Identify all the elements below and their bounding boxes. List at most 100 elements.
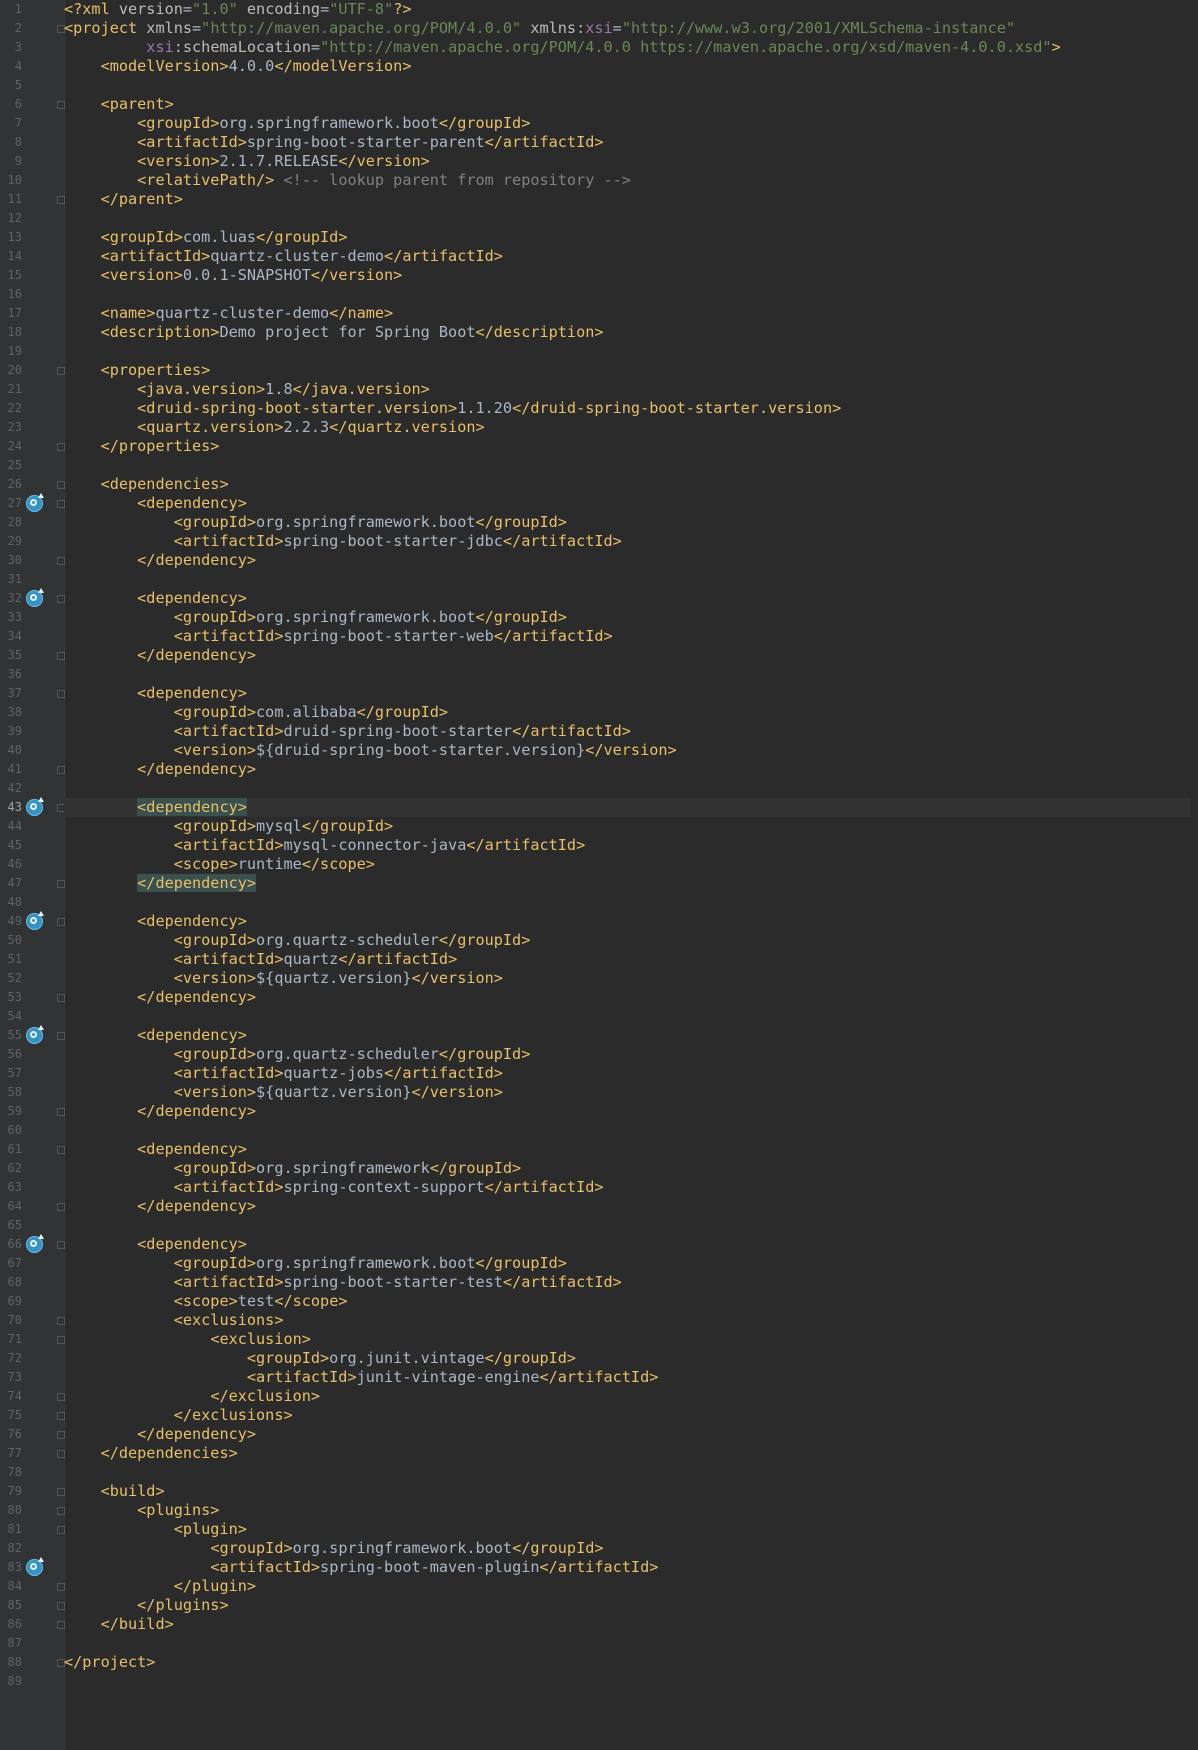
code-area[interactable]: <?xml version="1.0" encoding="UTF-8"?> <p…	[64, 0, 1198, 1750]
code-line[interactable]	[64, 1672, 1198, 1691]
code-line[interactable]: </dependency>	[64, 551, 1198, 570]
code-line[interactable]: </dependency>	[64, 1425, 1198, 1444]
code-line[interactable]	[64, 285, 1198, 304]
code-line[interactable]: <artifactId>spring-boot-maven-plugin</ar…	[64, 1558, 1198, 1577]
code-line[interactable]: <groupId>mysql</groupId>	[64, 817, 1198, 836]
code-line[interactable]	[64, 570, 1198, 589]
code-line[interactable]	[64, 1216, 1198, 1235]
code-line[interactable]: <groupId>com.alibaba</groupId>	[64, 703, 1198, 722]
code-line[interactable]	[64, 665, 1198, 684]
code-line[interactable]: <plugin>	[64, 1520, 1198, 1539]
code-line[interactable]: <version>0.0.1-SNAPSHOT</version>	[64, 266, 1198, 285]
code-line[interactable]: </dependencies>	[64, 1444, 1198, 1463]
code-line[interactable]: <groupId>org.springframework.boot</group…	[64, 513, 1198, 532]
code-line[interactable]	[64, 76, 1198, 95]
code-line[interactable]: </exclusions>	[64, 1406, 1198, 1425]
code-line[interactable]: </parent>	[64, 190, 1198, 209]
code-line[interactable]: <dependency>	[64, 912, 1198, 931]
code-line[interactable]: <properties>	[64, 361, 1198, 380]
code-line[interactable]: <dependency>	[64, 798, 1198, 817]
code-line[interactable]: <project xmlns="http://maven.apache.org/…	[64, 19, 1198, 38]
code-line[interactable]: <groupId>org.springframework.boot</group…	[64, 114, 1198, 133]
code-line[interactable]: <build>	[64, 1482, 1198, 1501]
code-line[interactable]: </build>	[64, 1615, 1198, 1634]
code-line[interactable]: <relativePath/> <!-- lookup parent from …	[64, 171, 1198, 190]
dependency-update-icon[interactable]	[26, 797, 44, 816]
code-line[interactable]	[64, 1121, 1198, 1140]
code-line[interactable]: <artifactId>spring-context-support</arti…	[64, 1178, 1198, 1197]
code-line[interactable]	[64, 1463, 1198, 1482]
dependency-update-icon[interactable]	[26, 1234, 44, 1253]
code-line[interactable]: <groupId>org.springframework.boot</group…	[64, 1539, 1198, 1558]
code-line[interactable]: <artifactId>spring-boot-starter-jdbc</ar…	[64, 532, 1198, 551]
code-line[interactable]: <plugins>	[64, 1501, 1198, 1520]
code-line[interactable]: <artifactId>quartz-cluster-demo</artifac…	[64, 247, 1198, 266]
code-line[interactable]	[64, 456, 1198, 475]
code-line[interactable]: <groupId>org.springframework.boot</group…	[64, 608, 1198, 627]
code-line[interactable]: </dependency>	[64, 1102, 1198, 1121]
code-line[interactable]: </dependency>	[64, 646, 1198, 665]
code-line[interactable]: </plugins>	[64, 1596, 1198, 1615]
code-line[interactable]	[64, 893, 1198, 912]
code-line[interactable]: <dependency>	[64, 1140, 1198, 1159]
code-line[interactable]: </properties>	[64, 437, 1198, 456]
code-line[interactable]: <dependency>	[64, 1235, 1198, 1254]
dependency-update-icon[interactable]	[26, 1557, 44, 1576]
code-line[interactable]: <groupId>org.quartz-scheduler</groupId>	[64, 1045, 1198, 1064]
code-line[interactable]: <dependencies>	[64, 475, 1198, 494]
code-line[interactable]: <dependency>	[64, 589, 1198, 608]
code-line[interactable]: <artifactId>spring-boot-starter-parent</…	[64, 133, 1198, 152]
code-line[interactable]: <groupId>org.quartz-scheduler</groupId>	[64, 931, 1198, 950]
code-line[interactable]: <artifactId>spring-boot-starter-test</ar…	[64, 1273, 1198, 1292]
code-line[interactable]: <description>Demo project for Spring Boo…	[64, 323, 1198, 342]
code-line[interactable]	[64, 209, 1198, 228]
code-line[interactable]: <groupId>com.luas</groupId>	[64, 228, 1198, 247]
code-line[interactable]: <dependency>	[64, 1026, 1198, 1045]
code-line[interactable]	[64, 342, 1198, 361]
dependency-update-icon[interactable]	[26, 1025, 44, 1044]
code-line[interactable]: <exclusion>	[64, 1330, 1198, 1349]
code-line[interactable]: <artifactId>junit-vintage-engine</artifa…	[64, 1368, 1198, 1387]
code-line[interactable]	[64, 1634, 1198, 1653]
code-line[interactable]	[64, 779, 1198, 798]
code-line[interactable]	[64, 1007, 1198, 1026]
code-line[interactable]: <parent>	[64, 95, 1198, 114]
dependency-update-icon[interactable]	[26, 493, 44, 512]
code-line[interactable]: <groupId>org.springframework</groupId>	[64, 1159, 1198, 1178]
code-line[interactable]: <version>${quartz.version}</version>	[64, 1083, 1198, 1102]
code-line[interactable]: <artifactId>quartz</artifactId>	[64, 950, 1198, 969]
code-line[interactable]: <version>${druid-spring-boot-starter.ver…	[64, 741, 1198, 760]
code-line[interactable]: <dependency>	[64, 684, 1198, 703]
vertical-scrollbar[interactable]	[1190, 0, 1198, 1750]
code-line[interactable]: </plugin>	[64, 1577, 1198, 1596]
code-editor[interactable]: 1 2 3 4 5 6 7 8 9 10 11 12 13 14 15 16 17 18 19 20 21 22 23 24 2…	[0, 0, 1198, 1750]
code-line[interactable]: <groupId>org.springframework.boot</group…	[64, 1254, 1198, 1273]
code-line[interactable]: <version>2.1.7.RELEASE</version>	[64, 152, 1198, 171]
code-line[interactable]: </dependency>	[64, 874, 1198, 893]
code-line[interactable]: <scope>test</scope>	[64, 1292, 1198, 1311]
code-line[interactable]: </project>	[64, 1653, 1198, 1672]
code-line[interactable]: <modelVersion>4.0.0</modelVersion>	[64, 57, 1198, 76]
code-line[interactable]: <artifactId>druid-spring-boot-starter</a…	[64, 722, 1198, 741]
code-line[interactable]: </dependency>	[64, 988, 1198, 1007]
code-line[interactable]: <dependency>	[64, 494, 1198, 513]
code-line[interactable]: <exclusions>	[64, 1311, 1198, 1330]
code-line[interactable]: </dependency>	[64, 1197, 1198, 1216]
editor-gutter[interactable]: 1 2 3 4 5 6 7 8 9 10 11 12 13 14 15 16 17 18 19 20 21 22 23 24 2…	[0, 0, 65, 1750]
code-line[interactable]: <?xml version="1.0" encoding="UTF-8"?>	[64, 0, 1198, 19]
code-line[interactable]: <druid-spring-boot-starter.version>1.1.2…	[64, 399, 1198, 418]
dependency-update-icon[interactable]	[26, 588, 44, 607]
code-line[interactable]: <artifactId>quartz-jobs</artifactId>	[64, 1064, 1198, 1083]
dependency-update-icon[interactable]	[26, 911, 44, 930]
code-line[interactable]: <artifactId>spring-boot-starter-web</art…	[64, 627, 1198, 646]
code-line[interactable]: </dependency>	[64, 760, 1198, 779]
code-line[interactable]: <name>quartz-cluster-demo</name>	[64, 304, 1198, 323]
code-line[interactable]: <artifactId>mysql-connector-java</artifa…	[64, 836, 1198, 855]
code-line[interactable]: <scope>runtime</scope>	[64, 855, 1198, 874]
code-line[interactable]: xsi:schemaLocation="http://maven.apache.…	[64, 38, 1198, 57]
code-line[interactable]: <java.version>1.8</java.version>	[64, 380, 1198, 399]
code-line[interactable]: <version>${quartz.version}</version>	[64, 969, 1198, 988]
code-line[interactable]: <groupId>org.junit.vintage</groupId>	[64, 1349, 1198, 1368]
code-line[interactable]: </exclusion>	[64, 1387, 1198, 1406]
code-line[interactable]: <quartz.version>2.2.3</quartz.version>	[64, 418, 1198, 437]
